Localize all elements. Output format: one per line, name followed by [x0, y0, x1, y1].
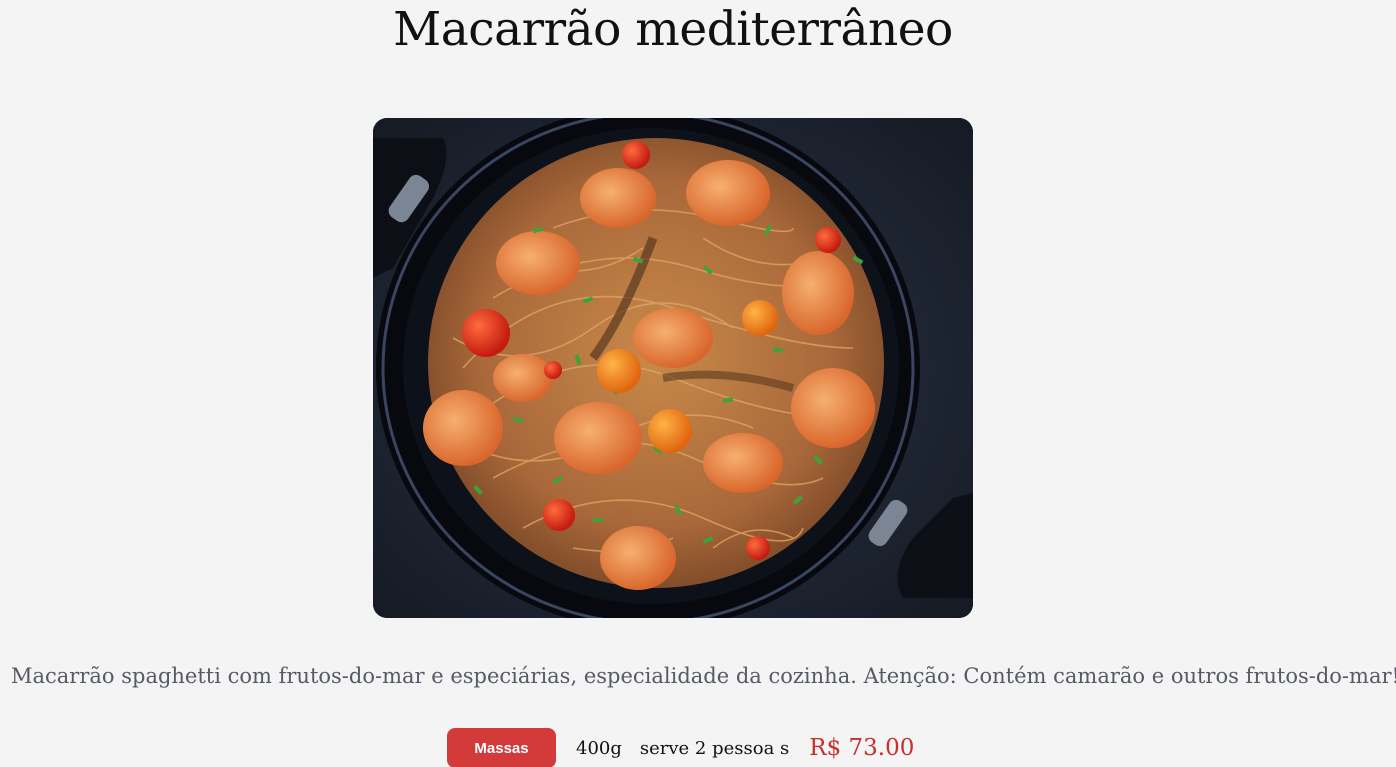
product-page: Macarrão mediterrâneo Macarrão spaghetti… — [0, 0, 1396, 767]
category-badge[interactable]: Massas — [447, 728, 556, 767]
product-serves: serve 2 pessoa s — [639, 737, 790, 759]
pasta-dish-image — [373, 118, 973, 618]
product-description: Macarrão spaghetti com frutos-do-mar e e… — [11, 664, 1396, 688]
product-price: R$ 73.00 — [809, 735, 915, 761]
dish-photo — [373, 118, 973, 618]
product-title: Macarrão mediterrâneo — [393, 2, 953, 57]
product-meta: Massas 400g serve 2 pessoa s R$ 73.00 — [447, 728, 914, 767]
product-weight: 400g — [576, 737, 622, 759]
